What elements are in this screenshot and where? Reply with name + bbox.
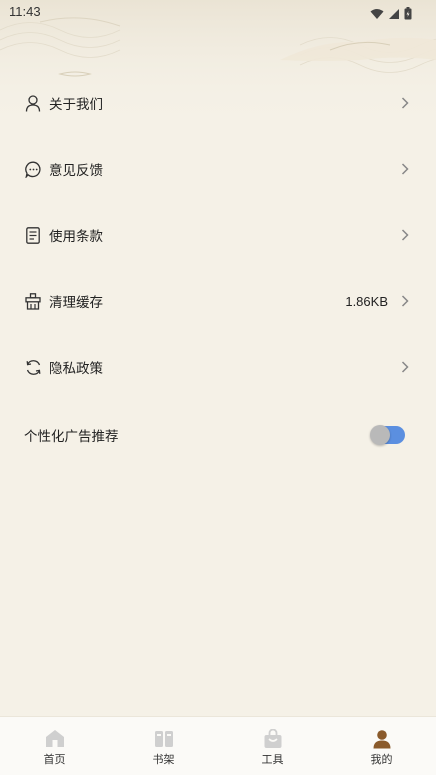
menu-item-label: 清理缓存 xyxy=(49,295,103,311)
personalized-ads-toggle[interactable] xyxy=(370,425,405,445)
chat-bubble-icon xyxy=(24,160,42,178)
menu-item-privacy[interactable]: 隐私政策 xyxy=(0,334,436,400)
chevron-right-icon xyxy=(400,162,410,176)
nav-item-label: 工具 xyxy=(261,752,284,766)
toggle-knob xyxy=(370,425,390,445)
cache-size-value: 1.86KB xyxy=(345,293,388,309)
menu-item-label: 意见反馈 xyxy=(49,163,103,179)
menu-item-label: 隐私政策 xyxy=(49,361,103,377)
menu-item-about[interactable]: 关于我们 xyxy=(0,70,436,136)
nav-item-bookshelf[interactable]: 书架 xyxy=(109,717,218,775)
user-icon xyxy=(371,728,393,750)
books-icon xyxy=(153,728,175,750)
document-icon xyxy=(24,226,42,244)
nav-item-home[interactable]: 首页 xyxy=(0,717,109,775)
menu-item-label: 关于我们 xyxy=(49,97,103,113)
chevron-right-icon xyxy=(400,294,410,308)
chevron-right-icon xyxy=(400,96,410,110)
nav-item-label: 书架 xyxy=(152,752,175,766)
status-time: 11:43 xyxy=(9,4,41,19)
nav-item-label: 我的 xyxy=(370,752,393,766)
home-icon xyxy=(44,728,66,750)
chevron-right-icon xyxy=(400,360,410,374)
menu-item-terms[interactable]: 使用条款 xyxy=(0,202,436,268)
menu-item-label: 使用条款 xyxy=(49,229,103,245)
personalized-ads-row: 个性化广告推荐 xyxy=(0,400,436,470)
bag-icon xyxy=(262,728,284,750)
settings-menu: 关于我们 意见反馈 使用条款 清理缓存 1.86KB 隐私政策 个性化广告推荐 xyxy=(0,70,436,470)
nav-item-label: 首页 xyxy=(43,752,66,766)
battery-icon xyxy=(404,5,412,24)
nav-item-mine[interactable]: 我的 xyxy=(327,717,436,775)
wifi-icon xyxy=(370,5,384,24)
refresh-icon xyxy=(24,358,42,376)
person-icon xyxy=(24,94,42,112)
personalized-ads-label: 个性化广告推荐 xyxy=(24,429,119,445)
menu-item-feedback[interactable]: 意见反馈 xyxy=(0,136,436,202)
nav-item-tools[interactable]: 工具 xyxy=(218,717,327,775)
menu-item-clear-cache[interactable]: 清理缓存 1.86KB xyxy=(0,268,436,334)
chevron-right-icon xyxy=(400,228,410,242)
broom-icon xyxy=(24,292,42,310)
status-icons xyxy=(370,5,412,24)
bottom-nav: 首页 书架 工具 我的 xyxy=(0,716,436,775)
signal-icon xyxy=(388,5,400,24)
status-bar: 11:43 xyxy=(0,0,436,24)
settings-page: 11:43 关于我们 意见反馈 使用条款 清理缓存 1.86KB 隐私政策 个性… xyxy=(0,0,436,775)
